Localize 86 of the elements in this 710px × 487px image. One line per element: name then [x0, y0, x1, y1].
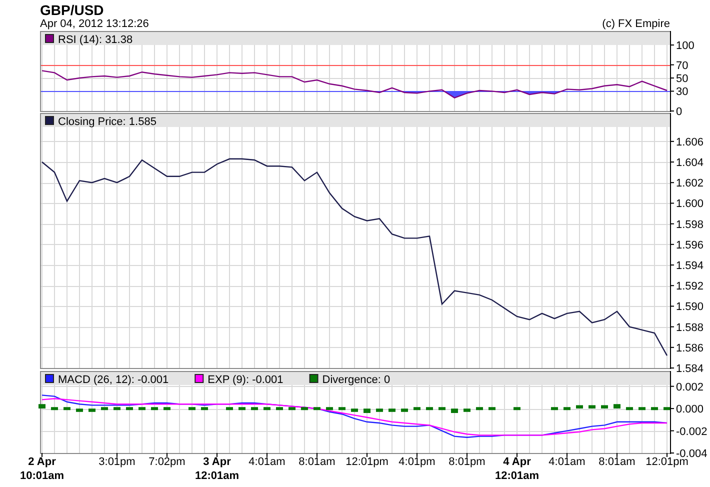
x-axis-label: 3:01pm	[98, 456, 136, 468]
x-axis-label: 4 Apr 12:01am	[494, 456, 540, 482]
histogram-bar	[664, 407, 670, 410]
x-axis-label: 3 Apr 12:01am	[194, 456, 240, 482]
copyright-text: (c) FX Empire	[602, 18, 670, 30]
y-axis-label: 1.600	[676, 198, 704, 210]
histogram-bar	[514, 407, 520, 410]
histogram-bar	[226, 407, 233, 410]
histogram-bar	[414, 407, 420, 410]
histogram-bar	[564, 407, 570, 410]
histogram-bar	[426, 407, 433, 410]
timestamp: Apr 04, 2012 13:12:26	[40, 18, 149, 30]
y-axis-label: 1.606	[676, 136, 704, 148]
histogram-bar	[126, 407, 133, 410]
histogram-bar	[201, 407, 208, 410]
y-axis-label: 1.598	[676, 218, 704, 231]
legend-label: RSI (14): 31.38	[58, 34, 133, 46]
histogram-bar	[101, 407, 108, 410]
histogram-bar	[551, 407, 558, 410]
histogram-bar	[588, 405, 596, 408]
histogram-bar	[164, 407, 170, 410]
y-axis-label: 0	[676, 106, 682, 118]
y-axis-label: 1.594	[676, 260, 704, 272]
histogram-bar	[326, 407, 333, 410]
histogram-bar	[638, 407, 646, 410]
histogram-bar	[264, 407, 270, 410]
histogram-bar	[276, 407, 283, 410]
y-axis-label: 1.588	[676, 322, 704, 334]
x-axis-label: 2 Apr 10:01am	[20, 456, 64, 482]
y-axis-label: -0.002	[676, 426, 708, 438]
y-axis-label: 1.592	[676, 280, 704, 293]
x-axis-label: 8:01am	[598, 456, 636, 468]
histogram-bar	[451, 408, 458, 413]
histogram-bar	[488, 407, 496, 410]
histogram-bar	[76, 408, 83, 412]
x-axis-label: 12:01pm	[346, 456, 388, 468]
histogram-bar	[64, 407, 70, 410]
histogram-bar	[238, 407, 246, 410]
histogram-bar	[351, 408, 358, 412]
chart-title: GBP/USD	[40, 2, 105, 18]
histogram-bar	[464, 408, 470, 412]
histogram-bar	[188, 407, 196, 410]
histogram-bar	[288, 407, 296, 410]
histogram-bar	[38, 404, 46, 408]
histogram-bar	[88, 408, 96, 412]
y-axis-label: 0.002	[676, 381, 704, 394]
y-axis-label: 1.590	[676, 301, 704, 314]
y-axis-label: 50	[676, 73, 688, 85]
histogram-bar	[601, 405, 608, 408]
histogram-bar	[114, 407, 120, 410]
x-axis-label: 7:02pm	[148, 456, 186, 468]
y-axis-label: 100	[676, 40, 694, 52]
y-axis-label: 1.602	[676, 178, 704, 190]
histogram-bar	[314, 407, 320, 410]
x-axis-label: 4:01am	[548, 456, 586, 468]
histogram-bar	[476, 407, 483, 410]
legend-label: MACD (26, 12): -0.001	[58, 374, 169, 386]
histogram-bar	[138, 407, 146, 410]
histogram-bar	[364, 408, 370, 413]
histogram-bar	[338, 407, 346, 410]
histogram-bar	[51, 407, 58, 410]
x-axis-label: 4:01am	[248, 456, 286, 468]
histogram-bar	[614, 404, 620, 408]
legend-label: Closing Price: 1.585	[58, 116, 156, 128]
legend-label: EXP (9): -0.001	[208, 374, 284, 386]
y-axis-label: 0.000	[676, 404, 704, 416]
x-axis-label: 4:01pm	[398, 456, 436, 468]
y-axis-label: 1.596	[676, 239, 704, 252]
y-axis-label: 70	[676, 60, 688, 72]
y-axis-label: 30	[676, 86, 688, 98]
x-axis-label: 8:01pm	[448, 456, 486, 468]
y-axis-label: 1.586	[676, 342, 704, 354]
histogram-bar	[438, 407, 446, 410]
histogram-bar	[301, 407, 308, 410]
histogram-bar	[388, 408, 396, 412]
histogram-bar	[576, 405, 583, 408]
histogram-bar	[251, 407, 258, 410]
legend-label: Divergence: 0	[322, 374, 390, 386]
histogram-bar	[151, 407, 158, 410]
histogram-bar	[626, 407, 633, 410]
histogram-bar	[376, 408, 383, 412]
y-axis-label: 1.604	[676, 157, 704, 170]
y-axis-label: 1.584	[676, 363, 704, 375]
histogram-bar	[401, 408, 408, 412]
x-axis-label: 8:01am	[298, 456, 336, 468]
histogram-bar	[651, 407, 658, 410]
